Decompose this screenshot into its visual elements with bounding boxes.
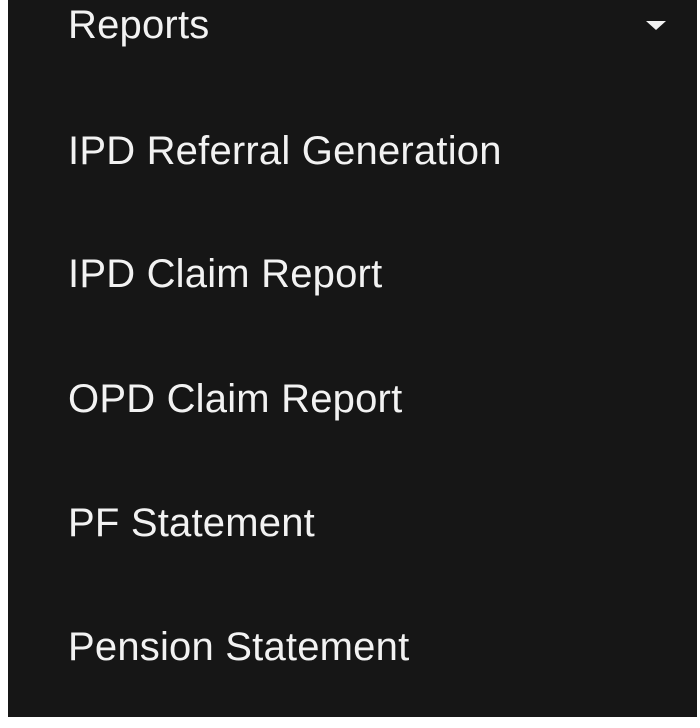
caret-down-icon <box>646 21 666 30</box>
menu-item-pf-statement[interactable]: PF Statement <box>8 482 697 562</box>
menu-item-label: IPD Claim Report <box>68 252 383 296</box>
reports-menu-panel: Reports IPD Referral Generation IPD Clai… <box>8 0 697 717</box>
reports-menu-toggle[interactable]: Reports <box>8 0 697 62</box>
menu-item-label: IPD Referral Generation <box>68 129 502 173</box>
menu-item-label: OPD Claim Report <box>68 377 403 421</box>
menu-item-ipd-referral-generation[interactable]: IPD Referral Generation <box>8 110 697 190</box>
menu-item-label: Pension Statement <box>68 625 410 669</box>
menu-item-label: PF Statement <box>68 501 315 545</box>
reports-menu-title: Reports <box>68 3 210 47</box>
menu-item-ipd-claim-report[interactable]: IPD Claim Report <box>8 233 697 313</box>
menu-item-pension-statement[interactable]: Pension Statement <box>8 606 697 686</box>
menu-item-opd-claim-report[interactable]: OPD Claim Report <box>8 358 697 438</box>
